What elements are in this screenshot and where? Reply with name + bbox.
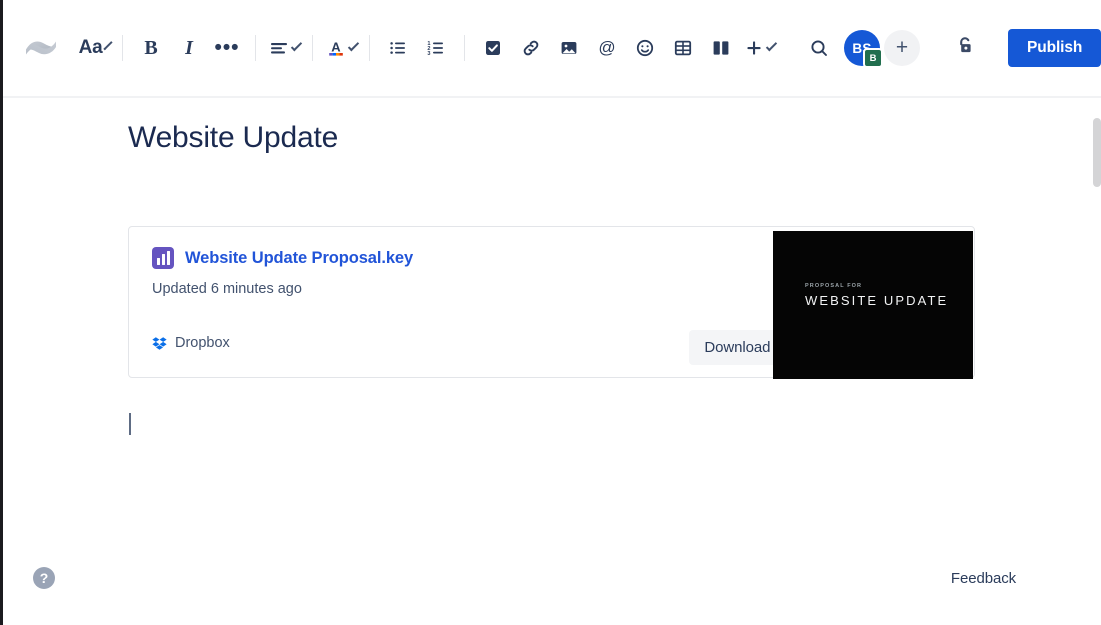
chevron-down-icon [104,41,113,50]
unlock-icon [953,34,977,63]
restrictions-button[interactable] [946,31,984,65]
insert-dropdown[interactable] [740,31,778,65]
emoji-icon [635,38,655,58]
text-color-dropdown[interactable]: A [322,31,360,65]
align-left-icon [269,38,289,58]
image-icon [559,38,579,58]
chevron-down-icon [766,40,777,51]
thumbnail-title: WEBSITE UPDATE [805,293,948,308]
search-icon [809,38,829,58]
editor-page-area: Website Update Website Update Proposal.k… [3,98,1101,625]
task-button[interactable] [474,31,512,65]
toolbar-divider [312,35,313,61]
mention-at-icon: @ [597,38,617,58]
numbered-list-button[interactable]: 1 2 3 [417,31,455,65]
avatar[interactable]: BS B [844,30,880,66]
feedback-link[interactable]: Feedback [951,570,1016,587]
help-icon[interactable]: ? [33,567,55,589]
table-button[interactable] [664,31,702,65]
keynote-presentation-icon [152,247,174,269]
italic-button[interactable]: I [170,31,208,65]
chevron-down-icon [348,40,359,51]
scrollbar-thumb[interactable] [1093,118,1101,187]
publish-button[interactable]: Publish [1008,29,1101,67]
svg-text:3: 3 [427,51,430,57]
bullet-list-button[interactable] [379,31,417,65]
text-color-icon: A [326,38,346,58]
bullet-list-icon [388,38,408,58]
insert-plus-icon [744,38,764,58]
bold-label: B [144,37,157,60]
file-updated-timestamp: Updated 6 minutes ago [152,281,302,297]
text-cursor-caret [129,413,131,435]
confluence-logo-icon [25,33,57,63]
file-source: Dropbox [152,335,230,351]
link-button[interactable] [512,31,550,65]
svg-text:@: @ [598,38,615,57]
file-name-link[interactable]: Website Update Proposal.key [185,249,413,268]
toolbar-divider [122,35,123,61]
download-button[interactable]: Download [689,330,785,365]
layout-button[interactable] [702,31,740,65]
svg-text:A: A [331,40,341,55]
mention-button[interactable]: @ [588,31,626,65]
text-style-dropdown[interactable]: Aa [75,31,113,65]
emoji-button[interactable] [626,31,664,65]
bold-button[interactable]: B [132,31,170,65]
task-checkbox-icon [483,38,503,58]
more-formatting-button[interactable]: ••• [208,31,246,65]
confluence-editor-window: Aa B I ••• [0,0,1101,625]
toolbar-divider [255,35,256,61]
thumbnail-kicker: PROPOSAL FOR [805,283,862,289]
add-people-button[interactable]: + [884,30,920,66]
chevron-down-icon [291,40,302,51]
text-style-label: Aa [79,37,103,59]
link-icon [521,38,541,58]
dropbox-icon [152,336,167,351]
more-formatting-label: ••• [214,44,239,52]
file-title-row: Website Update Proposal.key [152,247,413,269]
page-layout-icon [711,38,731,58]
italic-label: I [185,37,193,60]
page-scrollbar[interactable] [1090,98,1101,625]
numbered-list-icon: 1 2 3 [426,38,446,58]
toolbar-divider [369,35,370,61]
search-button[interactable] [800,31,838,65]
file-thumbnail[interactable]: PROPOSAL FOR WEBSITE UPDATE [773,231,973,379]
toolbar-right-cluster: BS B + Publish Close ••• [838,29,1101,67]
image-button[interactable] [550,31,588,65]
editor-toolbar: Aa B I ••• [3,0,1101,98]
table-icon [673,38,693,58]
toolbar-divider [464,35,465,61]
page-title[interactable]: Website Update [128,121,338,155]
file-source-label: Dropbox [175,335,230,351]
align-dropdown[interactable] [265,31,303,65]
avatar-app-badge: B [863,48,883,68]
